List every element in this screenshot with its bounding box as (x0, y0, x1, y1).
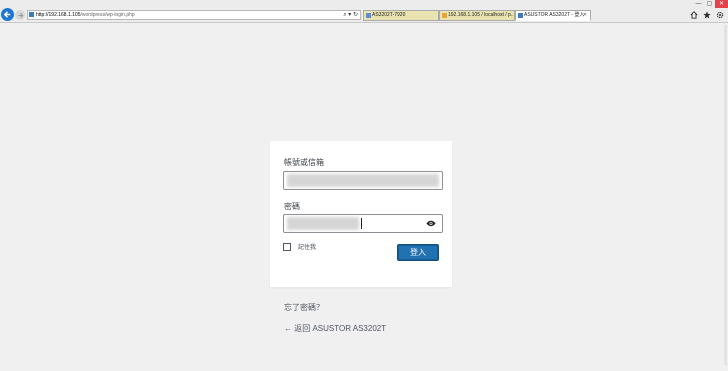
scrollbar-thumb[interactable] (724, 25, 727, 365)
remember-me-checkbox[interactable] (283, 242, 291, 251)
address-bar[interactable]: http://192.168.1.105/wordpress/wp-login.… (27, 10, 361, 20)
site-favicon-icon (29, 12, 34, 17)
minimize-button[interactable]: — (693, 0, 704, 8)
password-input[interactable] (283, 214, 443, 233)
redacted-password (287, 217, 359, 230)
lost-password-link[interactable]: 忘了密碼？ (284, 302, 324, 313)
maximize-button[interactable]: ▢ (704, 0, 715, 8)
window-controls: — ▢ ✕ (693, 0, 728, 8)
url-path: /wordpress/wp-login.php (80, 12, 135, 18)
tab-label: ASUSTOR AS3202T - 登入 (524, 12, 585, 18)
tab-close-button[interactable]: ✕ (583, 11, 587, 20)
wordpress-favicon-icon (518, 13, 523, 18)
tab-as3202t[interactable]: AS3202T-7920 (363, 10, 439, 21)
password-label: 密碼 (284, 202, 300, 211)
remember-me[interactable]: 記住我 (283, 242, 316, 251)
phpmyadmin-favicon-icon (442, 13, 447, 18)
tab-label: 192.168.1.105 / localhost / p... (448, 12, 515, 18)
star-icon[interactable] (703, 11, 711, 19)
tab-wordpress-login[interactable]: ASUSTOR AS3202T - 登入 ✕ (515, 10, 591, 21)
back-button[interactable] (1, 8, 14, 21)
tab-phpmyadmin[interactable]: 192.168.1.105 / localhost / p... (439, 10, 515, 21)
scrollbar[interactable] (723, 23, 728, 371)
username-label: 帳號或信箱 (284, 158, 324, 167)
gear-icon[interactable] (716, 11, 724, 19)
home-icon[interactable] (690, 11, 698, 19)
eye-icon[interactable] (426, 220, 436, 227)
address-tools[interactable]: ⌕ ▾ ↻ (343, 11, 358, 19)
forward-button[interactable] (15, 10, 25, 20)
browser-chrome: — ▢ ✕ http://192.168.1.105/wordpress/wp-… (0, 0, 728, 23)
username-input[interactable] (283, 171, 443, 190)
close-window-button[interactable]: ✕ (715, 0, 728, 8)
adm-favicon-icon (366, 13, 371, 18)
login-button[interactable]: 登入 (397, 244, 439, 261)
url-host: http://192.168.1.105 (36, 12, 81, 18)
browser-toolbar (690, 11, 724, 19)
redacted-username (287, 174, 439, 187)
arrow-left-icon (3, 11, 11, 18)
login-form: 帳號或信箱 密碼 記住我 登入 (270, 141, 452, 287)
back-to-site-link[interactable]: ← 返回 ASUSTOR AS3202T (284, 323, 386, 334)
arrow-right-icon (17, 12, 23, 18)
tab-label: AS3202T-7920 (372, 12, 406, 18)
remember-me-label: 記住我 (298, 245, 317, 251)
text-caret (361, 218, 362, 229)
